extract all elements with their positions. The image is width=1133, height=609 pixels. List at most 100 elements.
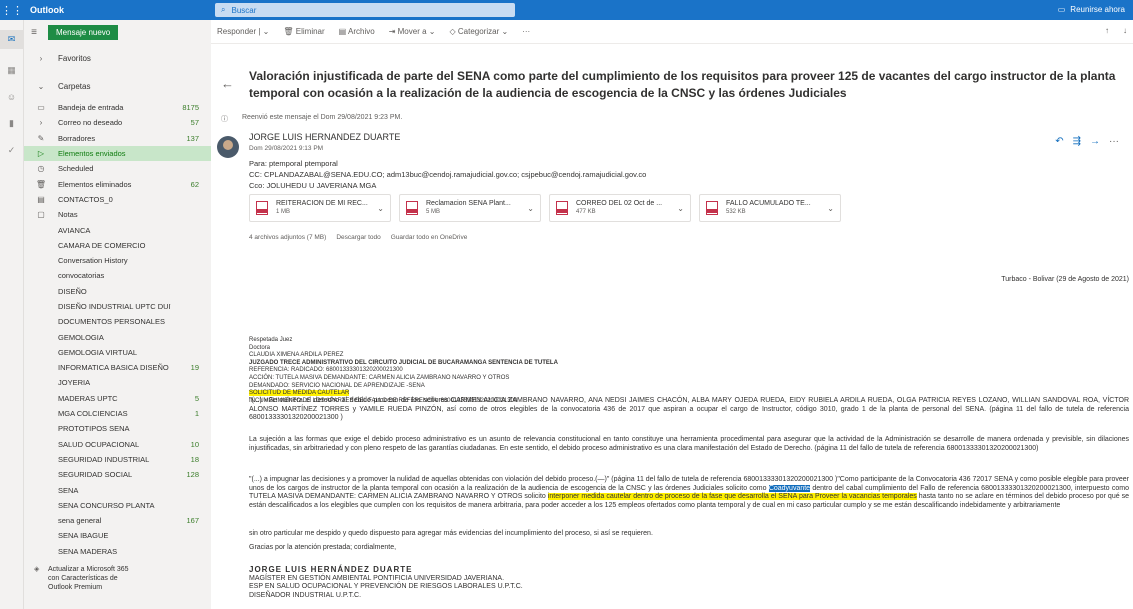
reply-all-icon[interactable]: ⇶: [1073, 136, 1081, 147]
download-all-link[interactable]: Descargar todo: [336, 234, 380, 241]
folder-item[interactable]: SEGURIDAD INDUSTRIAL 18: [24, 452, 211, 467]
folder-label: INFORMATICA BASICA DISEÑO ...: [58, 363, 171, 373]
back-arrow-icon[interactable]: ←: [221, 76, 234, 91]
folder-item[interactable]: ▢ Notas: [24, 207, 211, 222]
pdf-icon: [406, 201, 418, 215]
folder-item[interactable]: 🗑 Elementos eliminados 62: [24, 176, 211, 191]
meet-now-button[interactable]: ▭ Reunirse ahora: [1058, 5, 1125, 14]
attachments: REITERACION DE MI REC... 1 MB ⌄ Reclamaci…: [249, 194, 841, 222]
folder-item[interactable]: SENA CONCURSO PLANTA: [24, 498, 211, 513]
delete-button[interactable]: 🗑 Eliminar: [283, 27, 324, 36]
forward-note-text: Reenvió este mensaje el Dom 29/08/2021 9…: [242, 114, 403, 121]
folder-label: DISEÑO: [58, 286, 87, 296]
forward-icon[interactable]: →: [1090, 136, 1100, 147]
unread-count: 167: [186, 516, 199, 526]
calendar-icon[interactable]: ▦: [0, 65, 23, 76]
folder-item[interactable]: PROTOTIPOS SENA: [24, 421, 211, 436]
chevron-down-icon[interactable]: ⌄: [527, 204, 534, 213]
top-bar: ⋮⋮ Outlook ⌕ Buscar ▭ Reunirse ahora: [0, 0, 1133, 20]
letter-line-highlighted: SOLICITUD DE MEDIDA CAUTELAR: [249, 390, 350, 397]
folder-item[interactable]: sena general 167: [24, 513, 211, 528]
archive-button[interactable]: ▤ Archivo: [339, 27, 375, 36]
more-icon[interactable]: ···: [1109, 136, 1119, 147]
upgrade-banner[interactable]: ◈ Actualizar a Microsoft 365 con Caracte…: [24, 565, 211, 592]
app-brand[interactable]: Outlook: [24, 5, 174, 15]
letter-line: CLAUDIA XIMENA ARDILA PEREZ: [249, 352, 344, 359]
folder-item[interactable]: › Correo no deseado 57: [24, 115, 211, 130]
chevron-right-icon: ›: [39, 118, 43, 128]
folder-item[interactable]: SENA MADERAS: [24, 544, 211, 559]
folder-label: MGA COLCIENCIAS: [58, 409, 128, 419]
attachment-name: Reclamacion SENA Plant...: [426, 200, 511, 207]
sender-name[interactable]: JORGE LUIS HERNANDEZ DUARTE: [249, 132, 646, 143]
categorize-button[interactable]: ◇ Categorizar ⌄: [449, 27, 508, 36]
folder-item[interactable]: MGA COLCIENCIAS 1: [24, 406, 211, 421]
arrow-down-icon[interactable]: ↓: [1123, 26, 1127, 35]
folder-item[interactable]: DISEÑO: [24, 284, 211, 299]
todo-icon[interactable]: ✓: [0, 145, 23, 156]
folder-item[interactable]: JOYERIA: [24, 375, 211, 390]
folder-item[interactable]: DOCUMENTOS PERSONALES: [24, 314, 211, 329]
folder-item[interactable]: SEGURIDAD SOCIAL 128: [24, 467, 211, 482]
attachment-card[interactable]: CORREO DEL 02 Oct de ... 477 KB ⌄: [549, 194, 691, 222]
message-header: JORGE LUIS HERNANDEZ DUARTE Dom 29/08/20…: [249, 132, 646, 191]
folder-item[interactable]: ◷ Scheduled: [24, 161, 211, 176]
folder-label: SENA IBAGUE: [58, 531, 109, 541]
folder-item[interactable]: ▤ CONTACTOS_0: [24, 192, 211, 207]
folder-item[interactable]: AVIANCA: [24, 222, 211, 237]
diamond-icon: ◈: [34, 566, 40, 573]
pencil-icon: ✎: [37, 133, 45, 143]
app-launcher-icon[interactable]: ⋮⋮: [0, 4, 24, 17]
save-onedrive-link[interactable]: Guardar todo en OneDrive: [391, 234, 468, 241]
reading-pane: ← Valoración injustificada de parte del …: [211, 44, 1133, 609]
folder-item[interactable]: ✎ Borradores 137: [24, 131, 211, 146]
unread-count: 137: [186, 133, 199, 143]
folder-label: SEGURIDAD INDUSTRIAL: [58, 454, 150, 464]
folder-item[interactable]: GEMOLOGIA: [24, 329, 211, 344]
mail-icon[interactable]: ✉: [0, 30, 23, 49]
folder-item[interactable]: DISEÑO INDUSTRIAL UPTC DUITA...: [24, 299, 211, 314]
folder-item[interactable]: GEMOLOGIA VIRTUAL: [24, 345, 211, 360]
chevron-down-icon[interactable]: ⌄: [827, 204, 834, 213]
move-button[interactable]: ⇥ Mover a ⌄: [389, 27, 436, 36]
move-icon: ⇥: [388, 27, 396, 36]
favorites-header[interactable]: › Favoritos: [24, 44, 211, 72]
unread-count: 128: [186, 470, 199, 480]
folder-item[interactable]: CAMARA DE COMERCIO: [24, 238, 211, 253]
search-input[interactable]: ⌕ Buscar: [215, 3, 515, 17]
folders-header[interactable]: ⌄ Carpetas: [24, 72, 211, 100]
letter-line: ACCIÓN: TUTELA MASIVA DEMANDANTE: CARMEN…: [249, 374, 510, 381]
folder-item[interactable]: SENA: [24, 482, 211, 497]
trash-icon: 🗑: [35, 179, 47, 189]
arrow-up-icon[interactable]: ↑: [1105, 26, 1109, 35]
people-icon[interactable]: ☺: [0, 92, 23, 102]
search-placeholder: Buscar: [231, 5, 257, 15]
search-icon: ⌕: [221, 5, 226, 14]
reply-icon[interactable]: ↶: [1055, 136, 1063, 147]
folder-item[interactable]: SENA IBAGUE: [24, 528, 211, 543]
folder-item[interactable]: convocatorias: [24, 268, 211, 283]
folder-item[interactable]: Conversation History: [24, 253, 211, 268]
hamburger-icon[interactable]: ≡: [24, 27, 44, 38]
folder-item[interactable]: INFORMATICA BASICA DISEÑO ... 19: [24, 360, 211, 375]
folder-label: AVIANCA: [58, 225, 91, 235]
folder-item[interactable]: ▭ Bandeja de entrada 8175: [24, 100, 211, 115]
paragraph: La sujeción a las formas que exige el de…: [249, 436, 1129, 452]
reply-button[interactable]: Responder | ⌄: [217, 27, 269, 36]
folder-item[interactable]: MADERAS UPTC 5: [24, 391, 211, 406]
attachment-card[interactable]: REITERACION DE MI REC... 1 MB ⌄: [249, 194, 391, 222]
folder-item[interactable]: SALUD OCUPACIONAL 10: [24, 437, 211, 452]
attachment-card[interactable]: Reclamacion SENA Plant... 5 MB ⌄: [399, 194, 541, 222]
chevron-down-icon[interactable]: ⌄: [677, 204, 684, 213]
attachment-size: 477 KB: [576, 209, 596, 215]
attachment-card[interactable]: FALLO ACUMULADO TE... 532 KB ⌄: [699, 194, 841, 222]
new-message-button[interactable]: Mensaje nuevo: [48, 24, 119, 40]
chevron-down-icon[interactable]: ⌄: [377, 204, 384, 213]
trash-icon: 🗑: [283, 27, 294, 36]
folder-item[interactable]: ▷ Elementos enviados: [24, 145, 211, 162]
chevron-right-icon: ›: [39, 53, 43, 63]
avatar[interactable]: [217, 136, 239, 158]
files-icon[interactable]: ▮: [0, 118, 23, 129]
paragraph: sin otro particular me despido y quedo d…: [249, 530, 653, 537]
more-button[interactable]: ···: [522, 27, 530, 36]
